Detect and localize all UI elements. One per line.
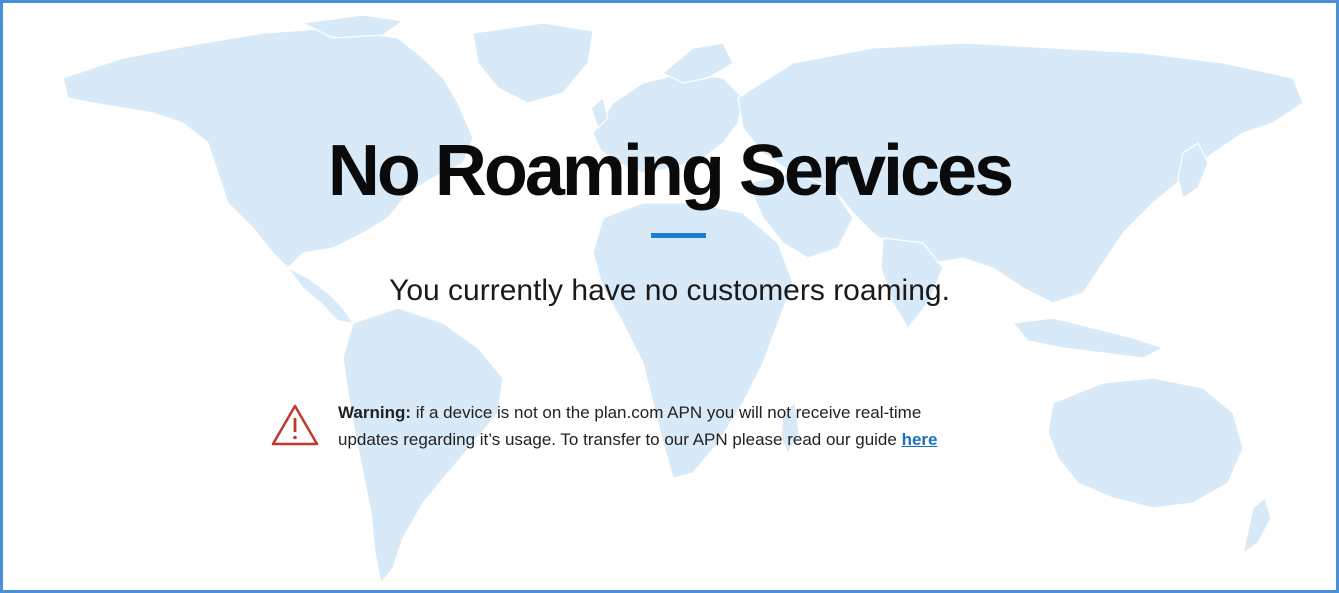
warning-line-1: if a device is not on the plan.com APN y… <box>415 403 922 422</box>
warning-notice: Warning: if a device is not on the plan.… <box>271 399 1091 451</box>
no-roaming-panel: No Roaming Services You currently have n… <box>0 0 1339 593</box>
message-content: No Roaming Services You currently have n… <box>3 3 1336 590</box>
warning-label: Warning: <box>338 403 412 422</box>
guide-here-link[interactable]: here <box>902 430 938 449</box>
warning-triangle-icon <box>271 404 319 446</box>
page-title: No Roaming Services <box>327 131 1014 211</box>
title-accent-bar <box>651 233 706 238</box>
warning-line-2: updates regarding it’s usage. To transfe… <box>338 430 897 449</box>
page-subtitle: You currently have no customers roaming. <box>389 274 950 307</box>
warning-message: Warning: if a device is not on the plan.… <box>338 399 1098 453</box>
